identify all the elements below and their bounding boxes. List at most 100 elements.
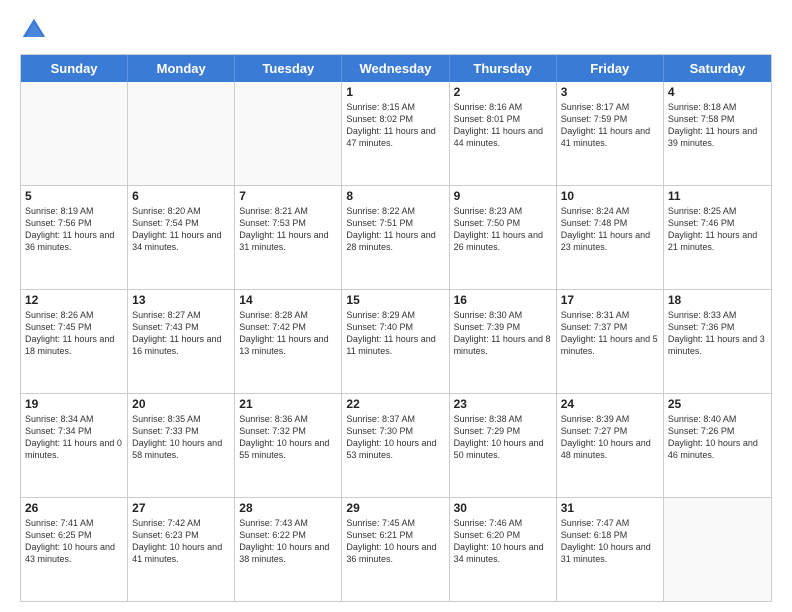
day-number: 16 <box>454 293 552 307</box>
day-number: 2 <box>454 85 552 99</box>
calendar-cell-15: 15 Sunrise: 8:29 AMSunset: 7:40 PMDayligh… <box>342 290 449 393</box>
logo <box>20 16 52 44</box>
cell-info: Sunrise: 8:40 AMSunset: 7:26 PMDaylight:… <box>668 413 767 462</box>
calendar-cell-11: 11 Sunrise: 8:25 AMSunset: 7:46 PMDayligh… <box>664 186 771 289</box>
calendar-cell-1: 1 Sunrise: 8:15 AMSunset: 8:02 PMDaylight… <box>342 82 449 185</box>
day-number: 12 <box>25 293 123 307</box>
calendar-cell-5: 5 Sunrise: 8:19 AMSunset: 7:56 PMDaylight… <box>21 186 128 289</box>
calendar-cell-20: 20Sunrise: 8:35 AMSunset: 7:33 PMDayligh… <box>128 394 235 497</box>
calendar-cell-28: 28 Sunrise: 7:43 AMSunset: 6:22 PMDayligh… <box>235 498 342 601</box>
cell-info: Sunrise: 8:23 AMSunset: 7:50 PMDaylight:… <box>454 205 552 254</box>
day-number: 11 <box>668 189 767 203</box>
day-number: 18 <box>668 293 767 307</box>
cell-info: Sunrise: 8:27 AMSunset: 7:43 PMDaylight:… <box>132 309 230 358</box>
calendar-cell-6: 6Sunrise: 8:20 AMSunset: 7:54 PMDaylight… <box>128 186 235 289</box>
cell-info: Sunrise: 8:30 AMSunset: 7:39 PMDaylight:… <box>454 309 552 358</box>
cell-info: Sunrise: 8:28 AMSunset: 7:42 PMDaylight:… <box>239 309 337 358</box>
calendar-cell-16: 16 Sunrise: 8:30 AMSunset: 7:39 PMDayligh… <box>450 290 557 393</box>
day-number: 31 <box>561 501 659 515</box>
cell-info: Sunrise: 7:43 AMSunset: 6:22 PMDaylight:… <box>239 517 337 566</box>
day-number: 19 <box>25 397 123 411</box>
calendar-row-5: 26Sunrise: 7:41 AMSunset: 6:25 PMDayligh… <box>21 497 771 601</box>
calendar-body: 1 Sunrise: 8:15 AMSunset: 8:02 PMDaylight… <box>21 82 771 601</box>
cell-info: Sunrise: 8:26 AMSunset: 7:45 PMDaylight:… <box>25 309 123 358</box>
calendar-cell-29: 29Sunrise: 7:45 AMSunset: 6:21 PMDayligh… <box>342 498 449 601</box>
day-number: 10 <box>561 189 659 203</box>
calendar-cell-31: 31 Sunrise: 7:47 AMSunset: 6:18 PMDayligh… <box>557 498 664 601</box>
day-number: 15 <box>346 293 444 307</box>
calendar-cell-14: 14 Sunrise: 8:28 AMSunset: 7:42 PMDayligh… <box>235 290 342 393</box>
day-number: 5 <box>25 189 123 203</box>
calendar-row-2: 5 Sunrise: 8:19 AMSunset: 7:56 PMDaylight… <box>21 185 771 289</box>
calendar-cell-2: 2 Sunrise: 8:16 AMSunset: 8:01 PMDaylight… <box>450 82 557 185</box>
cell-info: Sunrise: 8:31 AMSunset: 7:37 PMDaylight:… <box>561 309 659 358</box>
cell-info: Sunrise: 8:22 AMSunset: 7:51 PMDaylight:… <box>346 205 444 254</box>
day-number: 13 <box>132 293 230 307</box>
day-number: 28 <box>239 501 337 515</box>
calendar-cell-3: 3 Sunrise: 8:17 AMSunset: 7:59 PMDaylight… <box>557 82 664 185</box>
logo-icon <box>20 16 48 44</box>
cell-info: Sunrise: 8:24 AMSunset: 7:48 PMDaylight:… <box>561 205 659 254</box>
day-number: 3 <box>561 85 659 99</box>
calendar-cell-18: 18 Sunrise: 8:33 AMSunset: 7:36 PMDayligh… <box>664 290 771 393</box>
calendar-row-4: 19Sunrise: 8:34 AMSunset: 7:34 PMDayligh… <box>21 393 771 497</box>
cell-info: Sunrise: 8:15 AMSunset: 8:02 PMDaylight:… <box>346 101 444 150</box>
calendar-cell-empty-2 <box>235 82 342 185</box>
day-number: 1 <box>346 85 444 99</box>
day-number: 14 <box>239 293 337 307</box>
day-number: 27 <box>132 501 230 515</box>
calendar-cell-27: 27 Sunrise: 7:42 AMSunset: 6:23 PMDayligh… <box>128 498 235 601</box>
calendar-cell-empty-1 <box>128 82 235 185</box>
day-number: 17 <box>561 293 659 307</box>
page: SundayMondayTuesdayWednesdayThursdayFrid… <box>0 0 792 612</box>
calendar-cell-4: 4Sunrise: 8:18 AMSunset: 7:58 PMDaylight… <box>664 82 771 185</box>
day-number: 25 <box>668 397 767 411</box>
cell-info: Sunrise: 8:17 AMSunset: 7:59 PMDaylight:… <box>561 101 659 150</box>
cell-info: Sunrise: 8:39 AMSunset: 7:27 PMDaylight:… <box>561 413 659 462</box>
calendar-cell-9: 9 Sunrise: 8:23 AMSunset: 7:50 PMDaylight… <box>450 186 557 289</box>
cell-info: Sunrise: 7:47 AMSunset: 6:18 PMDaylight:… <box>561 517 659 566</box>
calendar: SundayMondayTuesdayWednesdayThursdayFrid… <box>20 54 772 602</box>
calendar-cell-12: 12 Sunrise: 8:26 AMSunset: 7:45 PMDayligh… <box>21 290 128 393</box>
calendar-cell-empty-0 <box>21 82 128 185</box>
calendar-cell-10: 10 Sunrise: 8:24 AMSunset: 7:48 PMDayligh… <box>557 186 664 289</box>
header <box>20 16 772 44</box>
cell-info: Sunrise: 8:21 AMSunset: 7:53 PMDaylight:… <box>239 205 337 254</box>
calendar-row-3: 12 Sunrise: 8:26 AMSunset: 7:45 PMDayligh… <box>21 289 771 393</box>
day-number: 20 <box>132 397 230 411</box>
header-day-thursday: Thursday <box>450 55 557 82</box>
cell-info: Sunrise: 8:16 AMSunset: 8:01 PMDaylight:… <box>454 101 552 150</box>
day-number: 6 <box>132 189 230 203</box>
cell-info: Sunrise: 8:33 AMSunset: 7:36 PMDaylight:… <box>668 309 767 358</box>
day-number: 7 <box>239 189 337 203</box>
calendar-cell-8: 8 Sunrise: 8:22 AMSunset: 7:51 PMDaylight… <box>342 186 449 289</box>
day-number: 21 <box>239 397 337 411</box>
day-number: 8 <box>346 189 444 203</box>
cell-info: Sunrise: 7:46 AMSunset: 6:20 PMDaylight:… <box>454 517 552 566</box>
calendar-cell-17: 17 Sunrise: 8:31 AMSunset: 7:37 PMDayligh… <box>557 290 664 393</box>
header-day-friday: Friday <box>557 55 664 82</box>
day-number: 29 <box>346 501 444 515</box>
cell-info: Sunrise: 8:25 AMSunset: 7:46 PMDaylight:… <box>668 205 767 254</box>
day-number: 30 <box>454 501 552 515</box>
header-day-monday: Monday <box>128 55 235 82</box>
day-number: 26 <box>25 501 123 515</box>
cell-info: Sunrise: 8:38 AMSunset: 7:29 PMDaylight:… <box>454 413 552 462</box>
calendar-cell-empty-6 <box>664 498 771 601</box>
cell-info: Sunrise: 8:19 AMSunset: 7:56 PMDaylight:… <box>25 205 123 254</box>
day-number: 4 <box>668 85 767 99</box>
cell-info: Sunrise: 7:42 AMSunset: 6:23 PMDaylight:… <box>132 517 230 566</box>
calendar-cell-30: 30 Sunrise: 7:46 AMSunset: 6:20 PMDayligh… <box>450 498 557 601</box>
day-number: 24 <box>561 397 659 411</box>
header-day-sunday: Sunday <box>21 55 128 82</box>
day-number: 9 <box>454 189 552 203</box>
calendar-cell-21: 21Sunrise: 8:36 AMSunset: 7:32 PMDayligh… <box>235 394 342 497</box>
day-number: 23 <box>454 397 552 411</box>
calendar-cell-19: 19Sunrise: 8:34 AMSunset: 7:34 PMDayligh… <box>21 394 128 497</box>
header-day-wednesday: Wednesday <box>342 55 449 82</box>
calendar-cell-26: 26Sunrise: 7:41 AMSunset: 6:25 PMDayligh… <box>21 498 128 601</box>
cell-info: Sunrise: 8:29 AMSunset: 7:40 PMDaylight:… <box>346 309 444 358</box>
header-day-saturday: Saturday <box>664 55 771 82</box>
header-day-tuesday: Tuesday <box>235 55 342 82</box>
calendar-row-1: 1 Sunrise: 8:15 AMSunset: 8:02 PMDaylight… <box>21 82 771 185</box>
